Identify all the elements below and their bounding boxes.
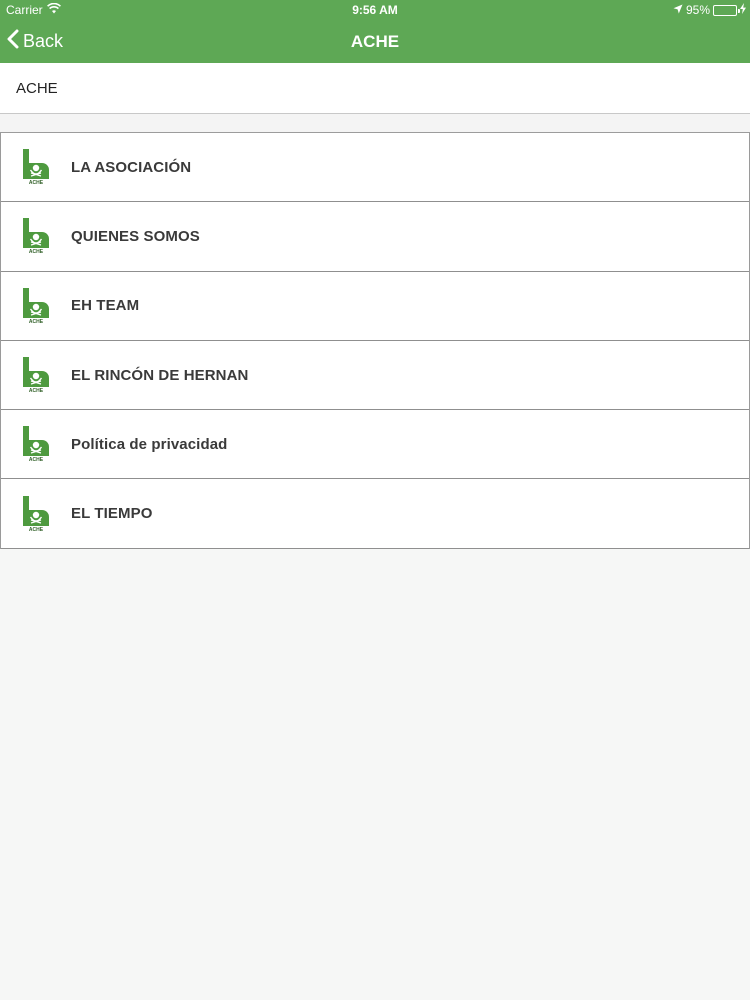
ache-logo-icon: ACHE: [22, 218, 50, 254]
logo-text: ACHE: [29, 249, 44, 254]
status-bar: Carrier 9:56 AM 95%: [0, 0, 750, 20]
menu-list: ACHE LA ASOCIACIÓN ACHE QUIENES SOMOS AC…: [0, 133, 750, 549]
ache-logo-icon: ACHE: [22, 287, 50, 324]
list-item[interactable]: ACHE EL RINCÓN DE HERNAN: [1, 340, 749, 411]
list-item-label: QUIENES SOMOS: [71, 227, 200, 245]
logo-text: ACHE: [29, 388, 44, 393]
list-item-label: EH TEAM: [71, 297, 140, 315]
status-right: 95%: [673, 3, 746, 17]
list-item-label: EL TIEMPO: [71, 505, 153, 523]
app-screen: Carrier 9:56 AM 95% Back ACHE ACHE ACHE …: [0, 0, 750, 1000]
logo-text: ACHE: [29, 180, 44, 185]
nav-title: ACHE: [350, 32, 400, 51]
logo-text: ACHE: [29, 319, 44, 324]
list-item-label: LA ASOCIACIÓN: [71, 158, 192, 176]
list-item[interactable]: ACHE Política de privacidad: [1, 410, 749, 480]
battery-tip: [738, 8, 740, 13]
section-spacer: [0, 114, 750, 133]
list-item-label: EL RINCÓN DE HERNAN: [71, 366, 249, 384]
section-header: ACHE: [0, 63, 750, 114]
logo-text: ACHE: [29, 457, 44, 462]
charging-bolt-icon: [740, 3, 746, 17]
ache-logo-icon: ACHE: [22, 149, 50, 185]
navigation-bar: Back ACHE: [0, 20, 750, 63]
location-arrow-icon: [673, 3, 683, 17]
logo-text: ACHE: [29, 527, 44, 532]
ache-logo-icon: ACHE: [22, 426, 50, 462]
ache-logo-icon: ACHE: [22, 495, 50, 532]
list-item-label: Política de privacidad: [71, 435, 228, 453]
list-item[interactable]: ACHE QUIENES SOMOS: [1, 202, 749, 272]
battery-icon: [713, 4, 740, 16]
ache-logo-icon: ACHE: [22, 357, 50, 393]
battery-percent: 95%: [685, 3, 710, 17]
status-time: 9:56 AM: [352, 3, 398, 17]
list-item[interactable]: ACHE EL TIEMPO: [1, 479, 749, 549]
list-item[interactable]: ACHE EH TEAM: [1, 271, 749, 341]
list-item[interactable]: ACHE LA ASOCIACIÓN: [1, 133, 749, 203]
